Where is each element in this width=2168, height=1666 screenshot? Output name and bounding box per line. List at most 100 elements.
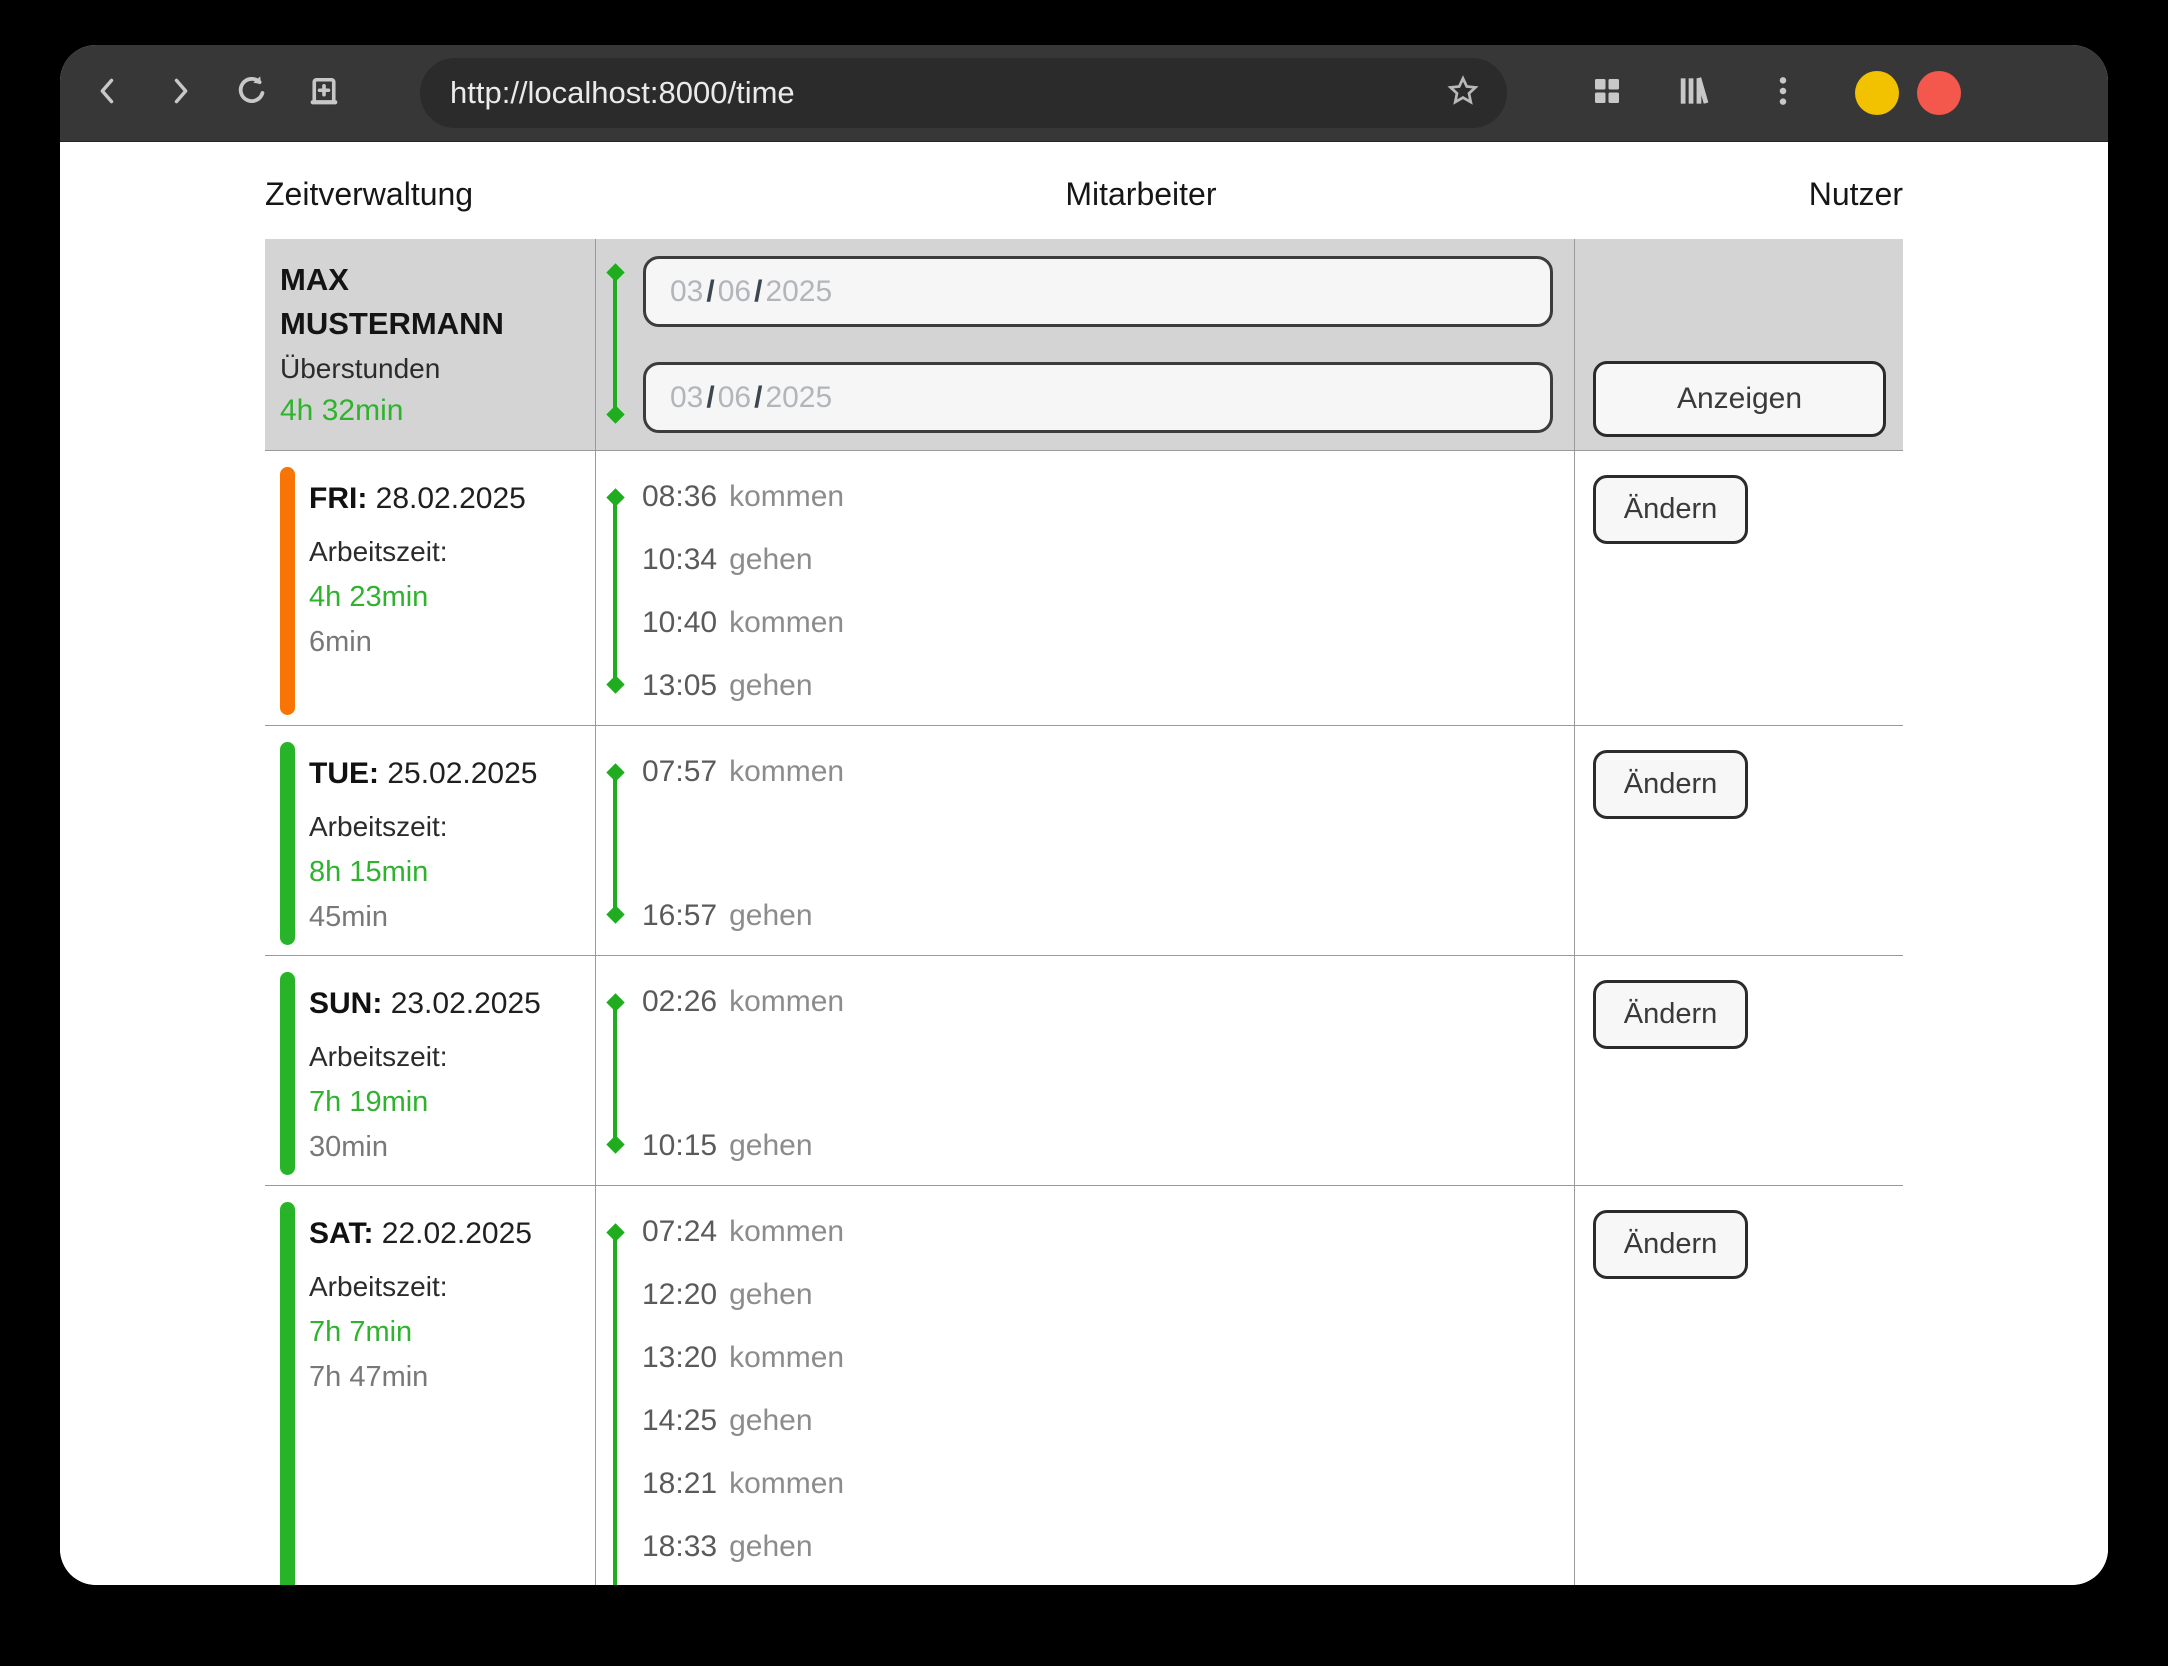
entry-time: 18:33 xyxy=(642,1530,717,1564)
date-to-year: 2025 xyxy=(765,381,832,415)
day-label: SAT: xyxy=(309,1217,373,1250)
entry-type: gehen xyxy=(729,1530,812,1564)
forward-icon xyxy=(163,74,197,113)
date-from-day: 06 xyxy=(718,275,751,309)
entry-time: 07:24 xyxy=(642,1215,717,1249)
entry-time: 13:05 xyxy=(642,669,717,703)
nav-item-mitarbeiter[interactable]: Mitarbeiter xyxy=(1065,176,1216,213)
overtime-value: 4h 32min xyxy=(280,390,595,432)
nav-item-nutzer[interactable]: Nutzer xyxy=(1809,176,1903,213)
time-entries-cell: 07:24kommen12:20gehen13:20kommen14:25geh… xyxy=(595,1186,1575,1585)
day-date: 22.02.2025 xyxy=(382,1217,532,1250)
time-entry: 07:57kommen xyxy=(642,740,1574,803)
aendern-button[interactable]: Ändern xyxy=(1593,475,1748,544)
day-info: FRI: 28.02.2025 Arbeitszeit: 4h 23min 6m… xyxy=(309,451,526,725)
time-entries-cell: 02:26kommen10:15gehen xyxy=(595,956,1575,1185)
day-action-cell: Ändern xyxy=(1575,451,1903,725)
day-date-line: FRI: 28.02.2025 xyxy=(309,478,526,520)
entry-time: 18:21 xyxy=(642,1467,717,1501)
date-range-timeline-icon xyxy=(613,272,617,415)
breaktime-value: 6min xyxy=(309,621,526,663)
entry-type: gehen xyxy=(729,669,812,703)
reload-button[interactable] xyxy=(216,57,288,129)
time-entry: 16:57gehen xyxy=(642,884,1574,947)
kebab-menu-icon xyxy=(1766,74,1800,113)
entry-time: 14:25 xyxy=(642,1404,717,1438)
entry-type: kommen xyxy=(729,606,844,640)
worktime-value: 8h 15min xyxy=(309,851,538,893)
forward-button[interactable] xyxy=(144,57,216,129)
entry-type: kommen xyxy=(729,1215,844,1249)
filter-action-cell: Anzeigen xyxy=(1575,239,1903,450)
day-date: 25.02.2025 xyxy=(387,757,537,790)
day-label: SUN: xyxy=(309,987,382,1020)
aendern-button[interactable]: Ändern xyxy=(1593,980,1748,1049)
day-date: 23.02.2025 xyxy=(391,987,541,1020)
url-bar[interactable]: http://localhost:8000/time xyxy=(420,58,1507,128)
new-tab-icon xyxy=(306,73,342,114)
entry-time: 02:26 xyxy=(642,985,717,1019)
window-close-button[interactable] xyxy=(1917,71,1961,115)
day-label: FRI: xyxy=(309,482,367,515)
time-entries-cell: 07:57kommen 16:57gehen xyxy=(595,726,1575,955)
day-timeline-icon xyxy=(613,1232,617,1585)
day-status-bar xyxy=(280,972,295,1175)
date-to-input[interactable]: 03/06/2025 xyxy=(643,362,1553,433)
time-entry: 10:40kommen xyxy=(642,591,1574,654)
worktime-label: Arbeitszeit: xyxy=(309,1036,541,1078)
anzeigen-button[interactable]: Anzeigen xyxy=(1593,361,1886,437)
nav-item-zeitverwaltung[interactable]: Zeitverwaltung xyxy=(265,176,473,213)
employee-name-line2: MUSTERMANN xyxy=(280,302,595,346)
worktime-label: Arbeitszeit: xyxy=(309,1266,532,1308)
time-entry: 10:15 gehen xyxy=(642,1114,1574,1177)
back-button[interactable] xyxy=(72,57,144,129)
day-info: TUE: 25.02.2025 Arbeitszeit: 8h 15min 45… xyxy=(309,726,538,955)
url-text[interactable]: http://localhost:8000/time xyxy=(450,75,1445,111)
overtime-label: Überstunden xyxy=(280,348,595,390)
back-icon xyxy=(91,74,125,113)
time-entries-list: 08:36 kommen 10:34gehen10:40kommen 13:05 geh… xyxy=(596,451,1574,725)
day-status-bar xyxy=(280,467,295,715)
entry-type: gehen xyxy=(729,1404,812,1438)
aendern-button[interactable]: Ändern xyxy=(1593,1210,1748,1279)
library-button[interactable] xyxy=(1659,57,1731,129)
day-action-cell: Ändern xyxy=(1575,1186,1903,1585)
worktime-label: Arbeitszeit: xyxy=(309,531,526,573)
employee-name-line1: MAX xyxy=(280,258,595,302)
menu-button[interactable] xyxy=(1747,57,1819,129)
time-entry: 14:25 gehen xyxy=(642,1389,1574,1452)
entry-time: 08:36 xyxy=(642,480,717,514)
breaktime-value: 7h 47min xyxy=(309,1356,532,1398)
time-entries-cell: 08:36 kommen 10:34gehen10:40kommen 13:05 geh… xyxy=(595,451,1575,725)
date-filter-cell: 03/06/2025 03/06/2025 xyxy=(595,239,1575,450)
time-entry: 07:24 kommen xyxy=(642,1200,1574,1263)
library-icon xyxy=(1676,72,1714,115)
time-entry: 18:21kommen xyxy=(642,1452,1574,1515)
time-entry: 10:34gehen xyxy=(642,528,1574,591)
day-row: SUN: 23.02.2025 Arbeitszeit: 7h 19min 30… xyxy=(265,956,1903,1186)
day-label: TUE: xyxy=(309,757,379,790)
window-minimize-button[interactable] xyxy=(1855,71,1899,115)
new-tab-button[interactable] xyxy=(288,57,360,129)
date-from-month: 03 xyxy=(670,275,703,309)
entry-type: gehen xyxy=(729,1278,812,1312)
date-from-input[interactable]: 03/06/2025 xyxy=(643,256,1553,327)
date-separator: / xyxy=(703,275,717,309)
browser-window: http://localhost:8000/time xyxy=(60,45,2108,1585)
worktime-value: 7h 19min xyxy=(309,1081,541,1123)
day-rows: FRI: 28.02.2025 Arbeitszeit: 4h 23min 6m… xyxy=(265,451,1903,1585)
day-timeline-icon xyxy=(613,772,617,915)
bookmark-star-icon[interactable] xyxy=(1445,73,1481,114)
time-entry: 21:24kommen xyxy=(642,1578,1574,1585)
entry-type: gehen xyxy=(729,1129,812,1163)
day-date-line: SAT: 22.02.2025 xyxy=(309,1213,532,1255)
day-action-cell: Ändern xyxy=(1575,956,1903,1185)
grid-view-button[interactable] xyxy=(1571,57,1643,129)
entry-time: 10:15 xyxy=(642,1129,717,1163)
day-timeline-icon xyxy=(613,497,617,685)
entry-type: kommen xyxy=(729,480,844,514)
day-info: SUN: 23.02.2025 Arbeitszeit: 7h 19min 30… xyxy=(309,956,541,1185)
day-row: TUE: 25.02.2025 Arbeitszeit: 8h 15min 45… xyxy=(265,726,1903,956)
aendern-button[interactable]: Ändern xyxy=(1593,750,1748,819)
day-status-bar xyxy=(280,742,295,945)
